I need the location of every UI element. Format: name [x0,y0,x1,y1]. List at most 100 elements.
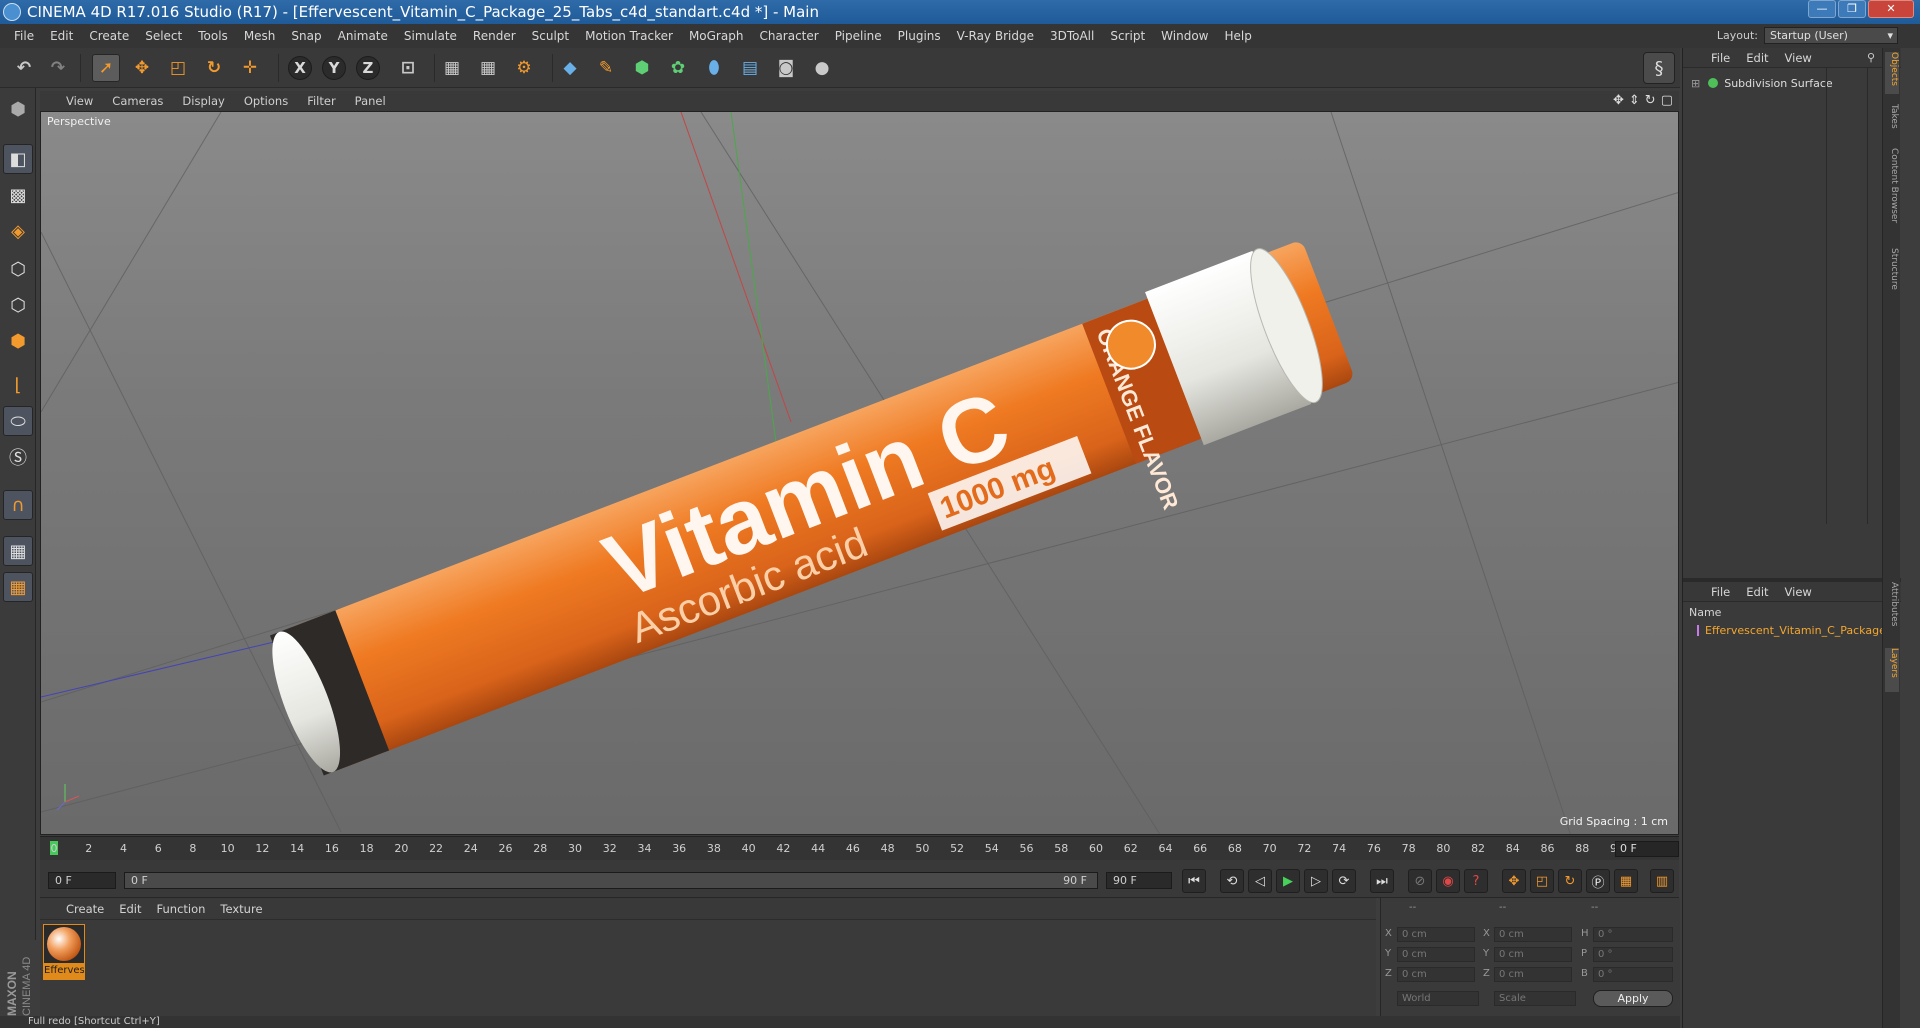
menu-select[interactable]: Select [137,29,190,43]
autokey-icon[interactable]: ◉ [1436,869,1460,893]
menu-animate[interactable]: Animate [330,29,396,43]
pos-y-field[interactable]: 0 cm [1397,947,1475,962]
size-mode-dropdown[interactable]: Scale [1494,991,1576,1006]
rot-b-field[interactable]: 0 ° [1593,967,1673,982]
material-menu-create[interactable]: Create [66,902,104,916]
pos-x-field[interactable]: 0 cm [1397,927,1475,942]
z-axis-lock-button[interactable]: Z [356,56,380,80]
menu-help[interactable]: Help [1216,29,1259,43]
lm-menu-file[interactable]: File [1711,585,1730,599]
tab-structure[interactable]: Structure [1885,248,1899,300]
x-axis-lock-button[interactable]: X [288,56,312,80]
menu-tools[interactable]: Tools [190,29,236,43]
axis-mode-icon[interactable]: ⌊ [3,370,33,400]
apply-button[interactable]: Apply [1593,990,1673,1007]
pos-z-field[interactable]: 0 cm [1397,967,1475,982]
size-z-field[interactable]: 0 cm [1494,967,1572,982]
rot-h-field[interactable]: 0 ° [1593,927,1673,942]
material-menu-texture[interactable]: Texture [220,902,262,916]
om-menu-file[interactable]: File [1711,51,1730,65]
key-rotation-icon[interactable]: ↻ [1558,869,1582,893]
om-menu-view[interactable]: View [1785,51,1812,65]
timeline-ruler[interactable]: 0 2 4 6 8 10 12 14 16 18 20 22 24 26 28 30 32 34 36 38 40 42 4… [40,836,1679,860]
scale-tool-icon[interactable]: ◰ [164,54,192,82]
material-menu-function[interactable]: Function [157,902,206,916]
menu-render[interactable]: Render [465,29,524,43]
workplane-mode-icon[interactable]: ◈ [3,216,33,246]
minimize-button[interactable]: — [1808,0,1836,18]
om-menu-edit[interactable]: Edit [1746,51,1768,65]
previous-key-icon[interactable]: ⟲ [1220,869,1244,893]
search-icon[interactable]: ⚲ [1867,51,1875,64]
menu-mograph[interactable]: MoGraph [681,29,752,43]
perspective-viewport[interactable]: Vitamin C Ascorbic acid 1000 mg ORANGE F… [40,111,1679,835]
layer-row[interactable]: Effervescent_Vitamin_C_Package_2 [1697,622,1893,638]
model-mode-icon[interactable]: ◧ [3,144,33,174]
current-frame-field[interactable]: 0 F [1615,841,1679,857]
orbit-view-icon[interactable]: ↻ [1645,93,1656,108]
tab-layers[interactable]: Layers [1885,648,1899,692]
menu-plugins[interactable]: Plugins [890,29,949,43]
workplane-lock-icon[interactable]: ▦ [3,536,33,566]
snap-magnet-icon[interactable]: ∩ [3,490,33,520]
solo-mode-icon[interactable]: Ⓢ [3,442,33,472]
record-keys-icon[interactable]: ⊘ [1408,869,1432,893]
viewport-menu-options[interactable]: Options [244,94,288,108]
next-frame-icon[interactable]: ▷ [1304,869,1328,893]
key-position-icon[interactable]: ✥ [1502,869,1526,893]
menu-script[interactable]: Script [1102,29,1153,43]
layout-dropdown[interactable]: Startup (User) [1764,27,1898,44]
deformer-icon[interactable]: ⬮ [700,54,728,82]
keyframe-selection-icon[interactable]: ? [1464,869,1488,893]
viewport-menu-cameras[interactable]: Cameras [112,94,163,108]
start-frame-field[interactable]: 0 F [48,872,116,889]
spline-pen-icon[interactable]: ✎ [592,54,620,82]
timeline-window-icon[interactable]: ▥ [1650,869,1674,893]
viewport-menu-filter[interactable]: Filter [307,94,335,108]
light-icon[interactable]: ● [808,54,836,82]
floor-scene-icon[interactable]: ▤ [736,54,764,82]
y-axis-lock-button[interactable]: Y [322,56,346,80]
points-mode-icon[interactable]: ⬡ [3,254,33,284]
expand-icon[interactable]: ⊞ [1691,77,1700,90]
viewport-menu-view[interactable]: View [66,94,93,108]
maximize-button[interactable]: ❐ [1838,0,1866,18]
go-to-end-icon[interactable]: ⏭ [1370,869,1394,893]
key-scale-icon[interactable]: ◰ [1530,869,1554,893]
menu-character[interactable]: Character [751,29,826,43]
tweak-mode-icon[interactable]: ⬭ [3,406,33,436]
tab-attributes[interactable]: Attributes [1885,582,1899,642]
dolly-view-icon[interactable]: ⇕ [1629,93,1640,108]
key-pla-icon[interactable]: ▦ [1614,869,1638,893]
size-x-field[interactable]: 0 cm [1494,927,1572,942]
object-row-subdivision-surface[interactable]: ⊞ Subdivision Surface [1685,74,1891,92]
coordinate-system-icon[interactable]: ⊡ [394,54,422,82]
menu-window[interactable]: Window [1153,29,1216,43]
viewport-menu-display[interactable]: Display [182,94,224,108]
recent-tool-icon[interactable]: ✛ [236,54,264,82]
rot-p-field[interactable]: 0 ° [1593,947,1673,962]
menu-vray-bridge[interactable]: V-Ray Bridge [949,29,1042,43]
render-picture-viewer-icon[interactable]: ▦ [474,54,502,82]
tab-content-browser[interactable]: Content Browser [1885,148,1899,238]
go-to-start-icon[interactable]: ⏮ [1182,869,1206,893]
menu-3dtoall[interactable]: 3DToAll [1042,29,1102,43]
camera-icon[interactable]: ◙ [772,54,800,82]
menu-snap[interactable]: Snap [283,29,329,43]
menu-edit[interactable]: Edit [42,29,81,43]
menu-motion-tracker[interactable]: Motion Tracker [577,29,681,43]
previous-frame-icon[interactable]: ◁ [1248,869,1272,893]
undo-icon[interactable]: ↶ [10,54,38,82]
lm-menu-view[interactable]: View [1785,585,1812,599]
material-menu-edit[interactable]: Edit [119,902,141,916]
viewport-menu-panel[interactable]: Panel [355,94,386,108]
menu-pipeline[interactable]: Pipeline [827,29,890,43]
live-selection-icon[interactable]: ➚ [92,54,120,82]
menu-file[interactable]: File [6,29,42,43]
material-swatch[interactable]: Efferves [43,924,85,980]
edges-mode-icon[interactable]: ⬡ [3,290,33,320]
texture-mode-icon[interactable]: ▩ [3,180,33,210]
menu-mesh[interactable]: Mesh [236,29,284,43]
menu-create[interactable]: Create [81,29,137,43]
next-key-icon[interactable]: ⟳ [1332,869,1356,893]
